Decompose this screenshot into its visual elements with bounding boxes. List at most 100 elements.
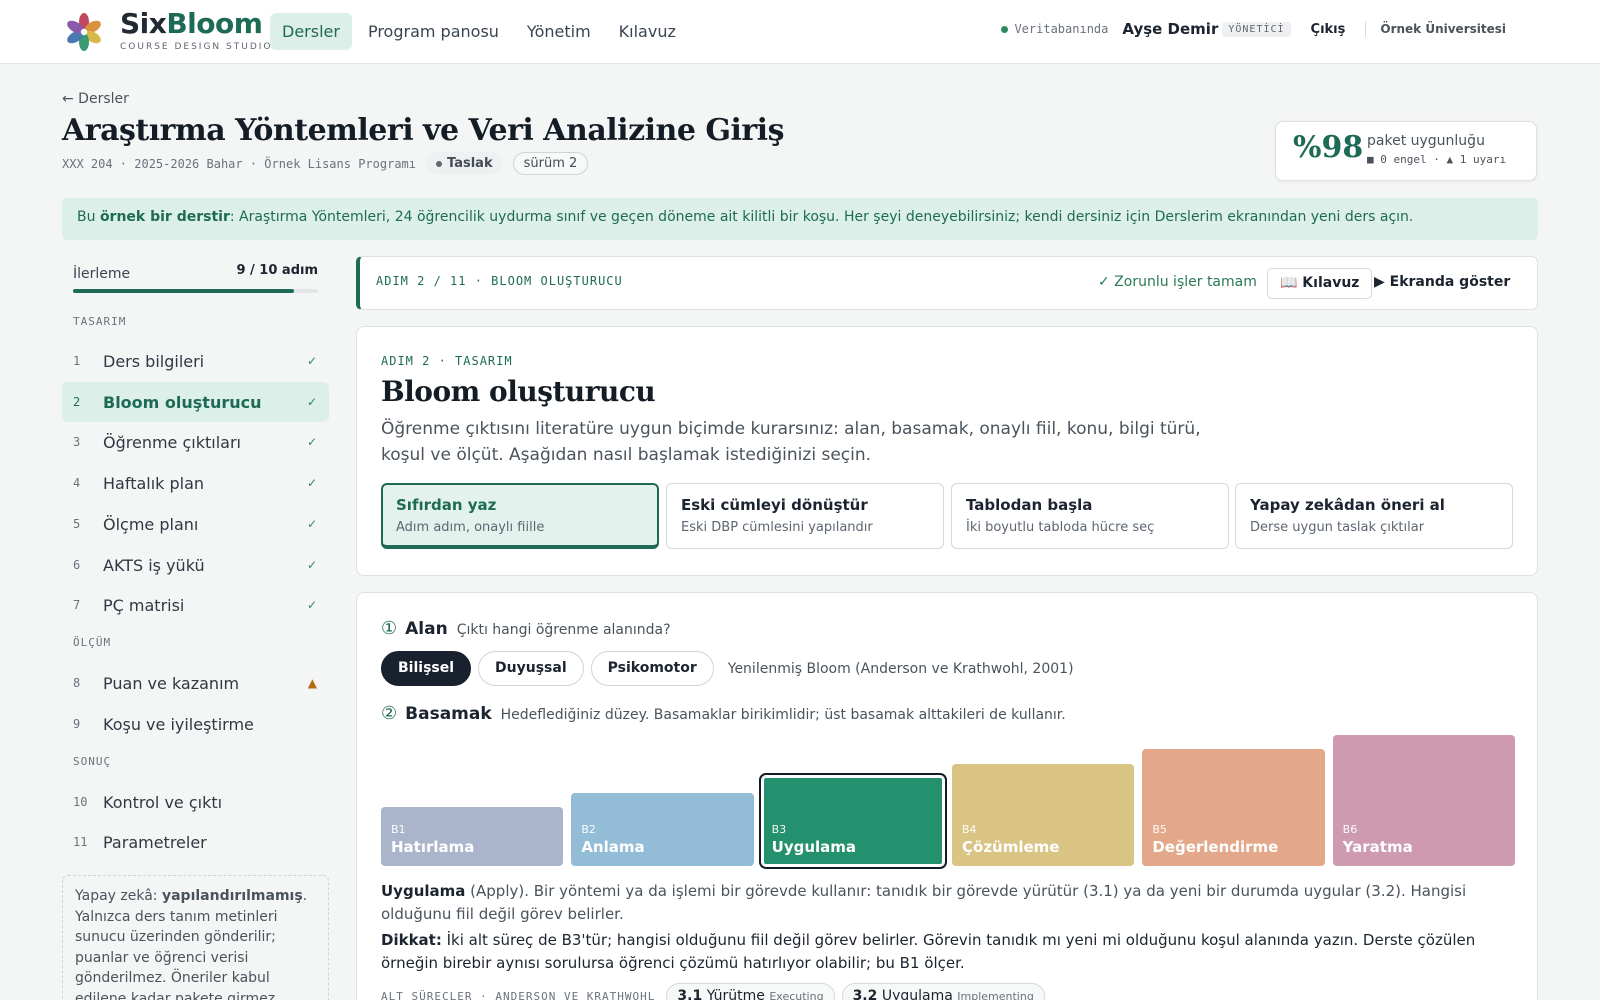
guide-button[interactable]: 📖 Kılavuz <box>1267 268 1373 299</box>
bloom-level-b1[interactable]: B1 Hatırlama <box>381 807 564 866</box>
sidebar-step-9[interactable]: 9 Koşu ve iyileştirme <box>62 704 329 744</box>
domain-chip-duyussal[interactable]: Duyuşsal <box>478 651 584 686</box>
subprocesses: ALT SÜREÇLER · ANDERSON VE KRATHWOHL 3.1… <box>381 983 1045 1000</box>
bloom-levels: B1 Hatırlama B2 Anlama B3 Uygulama B4 Çözümleme… <box>381 734 1515 869</box>
show-on-screen-button[interactable]: ▶ Ekranda göster <box>1362 268 1522 299</box>
step-label: Ölçme planı <box>103 514 199 534</box>
step-number: ② <box>381 703 398 724</box>
compliance-status: ■ 0 engel · ▲ 1 uyarı <box>1367 153 1507 166</box>
subprocess-english: Executing <box>769 990 824 1000</box>
step-label: Kontrol ve çıktı <box>103 792 223 812</box>
step-kicker: ADIM 2 · TASARIM <box>381 354 513 368</box>
nav-kilavuz[interactable]: Kılavuz <box>607 13 688 50</box>
subprocess-chip-executing[interactable]: 3.1 Yürütme Executing <box>666 983 835 1000</box>
check-icon: ✓ <box>306 476 317 490</box>
brand-name-part2: Bloom <box>166 7 263 40</box>
level-code: B5 <box>1152 823 1167 836</box>
step-number: 11 <box>73 835 88 849</box>
nav-yonetim[interactable]: Yönetim <box>515 13 603 50</box>
domain-chip-bilissel[interactable]: Bilişsel <box>381 651 472 686</box>
warning-label: Dikkat: <box>381 931 442 949</box>
notice-post: : Araştırma Yöntemleri, 24 öğrencilik uy… <box>229 209 1414 225</box>
level-name: Anlama <box>581 838 645 856</box>
step-label: PÇ matrisi <box>103 595 185 615</box>
nav-program-panosu[interactable]: Program panosu <box>356 13 511 50</box>
step-indicator: ADIM 2 / 11 · BLOOM OLUŞTURUCU <box>376 274 623 288</box>
sidebar-step-3[interactable]: 3 Öğrenme çıktıları ✓ <box>62 422 329 462</box>
option-title: Sıfırdan yaz <box>396 496 497 514</box>
step-label: Ders bilgileri <box>103 351 205 371</box>
sample-course-notice: Bu örnek bir derstir: Araştırma Yöntemle… <box>62 198 1538 240</box>
compliance-score-card[interactable]: %98 paket uygunluğu ■ 0 engel · ▲ 1 uyar… <box>1275 121 1537 181</box>
warning-icon: ▲ <box>307 676 317 690</box>
step-label: Puan ve kazanım <box>103 673 240 693</box>
level-description: Uygulama (Apply). Bir yöntemi ya da işle… <box>381 880 1515 926</box>
bloom-level-b5[interactable]: B5 Değerlendirme <box>1142 749 1325 866</box>
back-link[interactable]: ← Dersler <box>62 91 129 107</box>
notice-bold: örnek bir derstir <box>99 209 230 225</box>
user-name: Ayşe Demir <box>1122 20 1219 38</box>
question-domain: ① Alan Çıktı hangi öğrenme alanında? <box>381 618 671 639</box>
check-icon: ✓ <box>306 395 317 409</box>
progress-value: 9 / 10 adım <box>236 263 318 278</box>
option-ai-suggestion[interactable]: Yapay zekâdan öneri al Derse uygun tasla… <box>1235 483 1513 549</box>
ai-note-pre: Yapay zekâ: <box>75 888 162 904</box>
option-write-from-scratch[interactable]: Sıfırdan yaz Adım adım, onaylı fiille <box>381 483 659 549</box>
bloom-level-b2[interactable]: B2 Anlama <box>571 792 754 866</box>
progress-bar <box>73 289 318 293</box>
progress-label: İlerleme <box>73 266 131 282</box>
course-meta: XXX 204 · 2025-2026 Bahar · Örnek Lisans… <box>62 152 589 175</box>
sidebar-step-5[interactable]: 5 Ölçme planı ✓ <box>62 504 329 544</box>
logout-button[interactable]: Çıkış <box>1311 22 1346 37</box>
status-badge: Taslak <box>426 152 503 175</box>
step-label: Parametreler <box>103 832 207 852</box>
user-area: Veritabanında Ayşe Demir YÖNETİCİ Çıkış … <box>1001 20 1506 38</box>
subprocess-chip-implementing[interactable]: 3.2 Uygulama Implementing <box>841 983 1045 1000</box>
option-convert-old-sentence[interactable]: Eski cümleyi dönüştür Eski DBP cümlesini… <box>666 483 944 549</box>
sidebar-step-1[interactable]: 1 Ders bilgileri ✓ <box>62 341 329 381</box>
sidebar-step-7[interactable]: 7 PÇ matrisi ✓ <box>62 585 329 625</box>
step-header-bar: ADIM 2 / 11 · BLOOM OLUŞTURUCU ✓ Zorunlu… <box>356 256 1538 310</box>
bloom-level-b6[interactable]: B6 Yaratma <box>1332 734 1515 866</box>
sixbloom-logo <box>67 13 101 51</box>
domain-chips: Bilişsel Duyuşsal Psikomotor Yenilenmiş … <box>381 651 1074 686</box>
option-title: Tablodan başla <box>966 496 1093 514</box>
ai-notice: Yapay zekâ: yapılandırılmamış. Yalnızca … <box>62 875 329 1000</box>
domain-note: Yenilenmiş Bloom (Anderson ve Krathwohl,… <box>727 660 1074 677</box>
step-number: 10 <box>73 795 88 809</box>
level-name: Değerlendirme <box>1152 838 1279 856</box>
nav-dersler[interactable]: Dersler <box>270 13 352 50</box>
step-number: 9 <box>73 717 81 731</box>
level-code: B1 <box>391 823 406 836</box>
sidebar-step-11[interactable]: 11 Parametreler <box>62 822 329 862</box>
subprocess-name: Uygulama <box>881 988 953 1000</box>
bloom-level-b3[interactable]: B3 Uygulama <box>758 773 947 869</box>
step-label: Bloom oluşturucu <box>103 392 262 412</box>
step-number: 8 <box>73 676 81 690</box>
sidebar-step-6[interactable]: 6 AKTS iş yükü ✓ <box>62 545 329 585</box>
level-description-name: Uygulama <box>381 882 466 900</box>
db-status: Veritabanında <box>1014 22 1109 36</box>
brand[interactable]: SixBloom COURSE DESIGN STUDIO <box>120 7 273 53</box>
sidebar-step-2[interactable]: 2 Bloom oluşturucu ✓ <box>62 382 329 422</box>
db-status-dot <box>1001 25 1009 33</box>
option-subtitle: Eski DBP cümlesini yapılandır <box>681 520 873 535</box>
option-subtitle: Adım adım, onaylı fiille <box>396 520 545 535</box>
warning-text: İki alt süreç de B3'tür; hangisi olduğun… <box>381 931 1476 972</box>
domain-chip-psikomotor[interactable]: Psikomotor <box>590 651 714 686</box>
progress: İlerleme 9 / 10 adım <box>73 263 318 293</box>
section-olcum: ÖLÇÜM <box>73 636 112 649</box>
sidebar-step-8[interactable]: 8 Puan ve kazanım ▲ <box>62 663 329 703</box>
version-badge: sürüm 2 <box>512 152 589 175</box>
sidebar-step-10[interactable]: 10 Kontrol ve çıktı <box>62 782 329 822</box>
sidebar-step-4[interactable]: 4 Haftalık plan ✓ <box>62 463 329 503</box>
bloom-level-b4[interactable]: B4 Çözümleme <box>952 763 1135 866</box>
bloom-intro-card: ADIM 2 · TASARIM Bloom oluşturucu Öğrenm… <box>356 326 1538 576</box>
level-warning: Dikkat: İki alt süreç de B3'tür; hangisi… <box>381 929 1515 975</box>
level-code: B3 <box>771 823 787 836</box>
question-desc: Hedeflediğiniz düzey. Basamaklar birikim… <box>500 707 1066 723</box>
level-description-text: (Apply). Bir yöntemi ya da işlemi bir gö… <box>381 882 1467 923</box>
step-number: 4 <box>73 476 81 490</box>
check-icon: ✓ <box>306 354 317 368</box>
option-start-from-table[interactable]: Tablodan başla İki boyutlu tabloda hücre… <box>951 483 1229 549</box>
